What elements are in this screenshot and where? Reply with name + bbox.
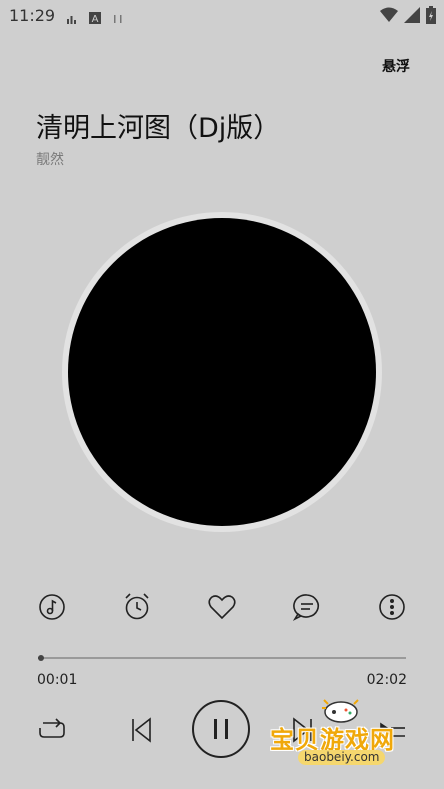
- progress-bar[interactable]: [38, 655, 406, 661]
- wifi-icon: [380, 7, 398, 27]
- album-cover: [68, 218, 376, 526]
- cell-signal-icon: [404, 7, 420, 27]
- previous-icon[interactable]: [127, 715, 155, 745]
- repeat-icon[interactable]: [36, 715, 68, 745]
- alarm-clock-icon[interactable]: [120, 590, 154, 624]
- heart-icon[interactable]: [205, 590, 239, 624]
- time-total: 02:02: [366, 672, 407, 688]
- signal-bars-icon: [67, 9, 77, 28]
- pause-icon: [214, 719, 228, 739]
- float-button[interactable]: 悬浮: [382, 56, 410, 76]
- album-disc[interactable]: [62, 212, 382, 532]
- more-vertical-icon[interactable]: [375, 590, 409, 624]
- battery-icon: [426, 6, 436, 28]
- comment-icon[interactable]: [290, 590, 324, 624]
- time-current: 00:01: [37, 672, 78, 688]
- watermark-logo: 宝贝游戏网 baobeiy.com: [268, 694, 418, 772]
- status-time: 11:29: [9, 6, 56, 25]
- pause-button[interactable]: [192, 700, 250, 758]
- progress-thumb[interactable]: [38, 655, 44, 661]
- song-title: 清明上河图（Dj版）: [36, 113, 281, 144]
- watermark-url: baobeiy.com: [298, 750, 386, 765]
- svg-text:A: A: [92, 14, 99, 24]
- song-artist[interactable]: 靓然: [36, 149, 64, 169]
- action-row: [0, 590, 444, 624]
- music-note-icon[interactable]: [35, 590, 69, 624]
- sim-icon: [113, 9, 123, 28]
- keyboard-a-icon: A: [89, 9, 101, 28]
- status-bar: 11:29 A: [0, 0, 444, 30]
